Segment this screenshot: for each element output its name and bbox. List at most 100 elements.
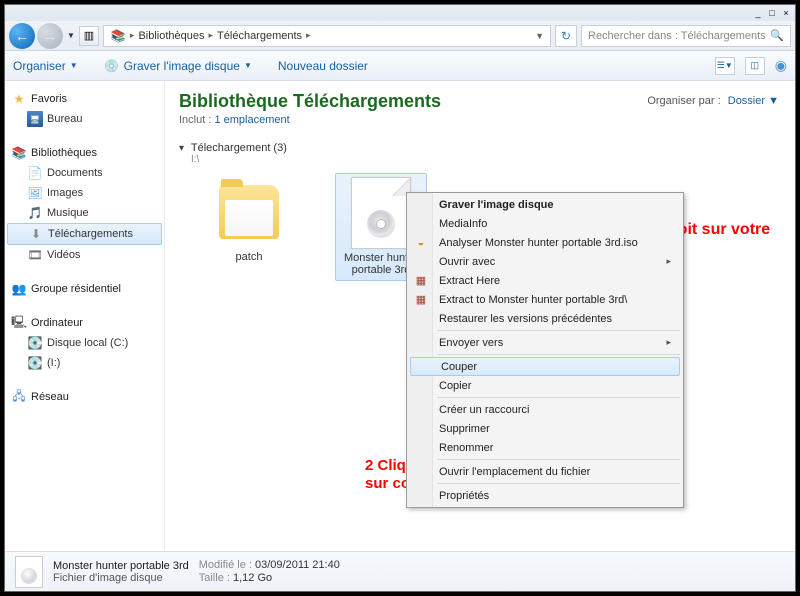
ctx-item-extract-here[interactable]: ▦Extract Here: [409, 271, 681, 290]
ctx-item-analyse[interactable]: ◒Analyser Monster hunter portable 3rd.is…: [409, 233, 681, 252]
chevron-down-icon: ▼: [244, 61, 252, 70]
sidebar-item-network[interactable]: 🖧Réseau: [7, 387, 162, 407]
ctx-item-rename[interactable]: Renommer: [409, 438, 681, 457]
back-button[interactable]: ←: [9, 23, 35, 49]
status-modified-value: 03/09/2011 21:40: [255, 559, 340, 571]
details-pane: Monster hunter portable 3rd Fichier d'im…: [5, 551, 795, 591]
ctx-item-restore[interactable]: Restaurer les versions précédentes: [409, 309, 681, 328]
music-icon: 🎵: [27, 205, 43, 221]
locations-link[interactable]: 1 emplacement: [214, 114, 289, 126]
folder-icon: [219, 185, 279, 239]
library-icon: 📚: [11, 145, 27, 161]
file-label: patch: [207, 251, 291, 263]
breadcrumb-item[interactable]: Bibliothèques: [138, 30, 204, 42]
sidebar-computer-header[interactable]: 🖳Ordinateur: [7, 313, 162, 333]
sidebar-item-homegroup[interactable]: 👥Groupe résidentiel: [7, 279, 162, 299]
chevron-right-icon: ▸: [666, 256, 671, 267]
chevron-down-icon: ▼: [70, 61, 78, 70]
ctx-item-extract-to[interactable]: ▦Extract to Monster hunter portable 3rd\: [409, 290, 681, 309]
navigation-pane: ★ Favoris 🖥 Bureau 📚 Bibliothèques 📄Docu…: [5, 81, 165, 551]
separator: [437, 330, 680, 331]
downloads-icon: ⬇: [28, 226, 44, 242]
network-icon: 🖧: [11, 389, 27, 405]
titlebar: _ □ ×: [5, 5, 795, 21]
iso-file-icon: [15, 556, 43, 588]
view-button[interactable]: ☰ ▼: [715, 57, 735, 75]
archive-icon: ▦: [414, 274, 428, 288]
new-folder-button[interactable]: Nouveau dossier: [278, 59, 368, 73]
context-menu: Graver l'image disque MediaInfo ◒Analyse…: [406, 192, 684, 508]
status-filetype: Fichier d'image disque: [53, 572, 189, 584]
separator: [437, 397, 680, 398]
separator: [437, 459, 680, 460]
sidebar-item-desktop[interactable]: 🖥 Bureau: [7, 109, 162, 129]
ctx-item-copy[interactable]: Copier: [409, 376, 681, 395]
ctx-item-open-location[interactable]: Ouvrir l'emplacement du fichier: [409, 462, 681, 481]
ctx-item-delete[interactable]: Supprimer: [409, 419, 681, 438]
refresh-button[interactable]: ↻: [555, 25, 577, 47]
sidebar-item-downloads[interactable]: ⬇Téléchargements: [7, 223, 162, 245]
chevron-icon[interactable]: ▸: [207, 30, 216, 41]
group-path: I:\: [191, 154, 781, 165]
library-subtitle: Inclut : 1 emplacement: [179, 114, 781, 126]
desktop-icon: 🖥: [27, 111, 43, 127]
shield-icon: ◒: [414, 236, 428, 250]
separator: [437, 483, 680, 484]
address-bar[interactable]: 📚 ▸ Bibliothèques ▸ Téléchargements ▸ ▼: [103, 25, 551, 47]
breadcrumb-item[interactable]: Téléchargements: [217, 30, 302, 42]
documents-icon: 📄: [27, 165, 43, 181]
maximize-button[interactable]: □: [767, 8, 777, 18]
group-header[interactable]: ▾ Télechargement (3) I:\: [179, 142, 781, 165]
file-item-folder[interactable]: patch: [203, 173, 295, 281]
status-size-value: 1,12 Go: [233, 572, 272, 584]
iso-file-icon: [351, 177, 411, 249]
search-placeholder: Rechercher dans : Téléchargements: [588, 30, 766, 42]
sidebar-item-images[interactable]: 🖼Images: [7, 183, 162, 203]
sidebar-libraries-header[interactable]: 📚 Bibliothèques: [7, 143, 162, 163]
command-bar: Organiser▼ 💿 Graver l'image disque▼ Nouv…: [5, 51, 795, 81]
ctx-item-shortcut[interactable]: Créer un raccourci: [409, 400, 681, 419]
ctx-item-send-to[interactable]: Envoyer vers▸: [409, 333, 681, 352]
sidebar-item-disk-c[interactable]: 💽Disque local (C:): [7, 333, 162, 353]
sidebar-item-music[interactable]: 🎵Musique: [7, 203, 162, 223]
status-size-label: Taille :: [199, 572, 230, 584]
collapse-icon[interactable]: ▾: [179, 143, 184, 154]
sidebar-item-documents[interactable]: 📄Documents: [7, 163, 162, 183]
minimize-button[interactable]: _: [753, 8, 763, 18]
star-icon: ★: [11, 91, 27, 107]
close-button[interactable]: ×: [781, 8, 791, 18]
status-modified-label: Modifié le :: [199, 559, 252, 571]
ctx-item-cut[interactable]: Couper: [410, 357, 680, 376]
disk-icon: 💽: [27, 355, 43, 371]
chevron-icon[interactable]: ▸: [128, 30, 137, 41]
ctx-item-burn[interactable]: Graver l'image disque: [409, 195, 681, 214]
burn-button[interactable]: 💿 Graver l'image disque▼: [104, 58, 252, 74]
forward-button[interactable]: →: [37, 23, 63, 49]
ctx-item-open-with[interactable]: Ouvrir avec▸: [409, 252, 681, 271]
history-dropdown-icon[interactable]: ▼: [67, 31, 75, 40]
search-icon: 🔍: [770, 29, 784, 42]
sidebar-item-videos[interactable]: 🎞Vidéos: [7, 245, 162, 265]
disk-icon: 💽: [27, 335, 43, 351]
archive-icon: ▦: [414, 293, 428, 307]
arrange-by[interactable]: Organiser par : Dossier ▼: [647, 95, 779, 107]
up-button[interactable]: ▥: [79, 26, 99, 46]
videos-icon: 🎞: [27, 247, 43, 263]
nav-bar: ← → ▼ ▥ 📚 ▸ Bibliothèques ▸ Téléchargeme…: [5, 21, 795, 51]
preview-pane-button[interactable]: ◫: [745, 57, 765, 75]
computer-icon: 🖳: [11, 315, 27, 331]
search-input[interactable]: Rechercher dans : Téléchargements 🔍: [581, 25, 791, 47]
sidebar-item-disk-i[interactable]: 💽(I:): [7, 353, 162, 373]
ctx-item-mediainfo[interactable]: MediaInfo: [409, 214, 681, 233]
disc-icon: 💿: [104, 58, 120, 74]
sidebar-favorites-header[interactable]: ★ Favoris: [7, 89, 162, 109]
chevron-icon[interactable]: ▸: [304, 30, 313, 41]
status-filename: Monster hunter portable 3rd: [53, 560, 189, 572]
images-icon: 🖼: [27, 185, 43, 201]
chevron-down-icon[interactable]: ▼: [535, 31, 544, 41]
organize-button[interactable]: Organiser▼: [13, 59, 78, 73]
homegroup-icon: 👥: [11, 281, 27, 297]
ctx-item-properties[interactable]: Propriétés: [409, 486, 681, 505]
separator: [437, 354, 680, 355]
help-icon[interactable]: ◉: [775, 57, 787, 74]
